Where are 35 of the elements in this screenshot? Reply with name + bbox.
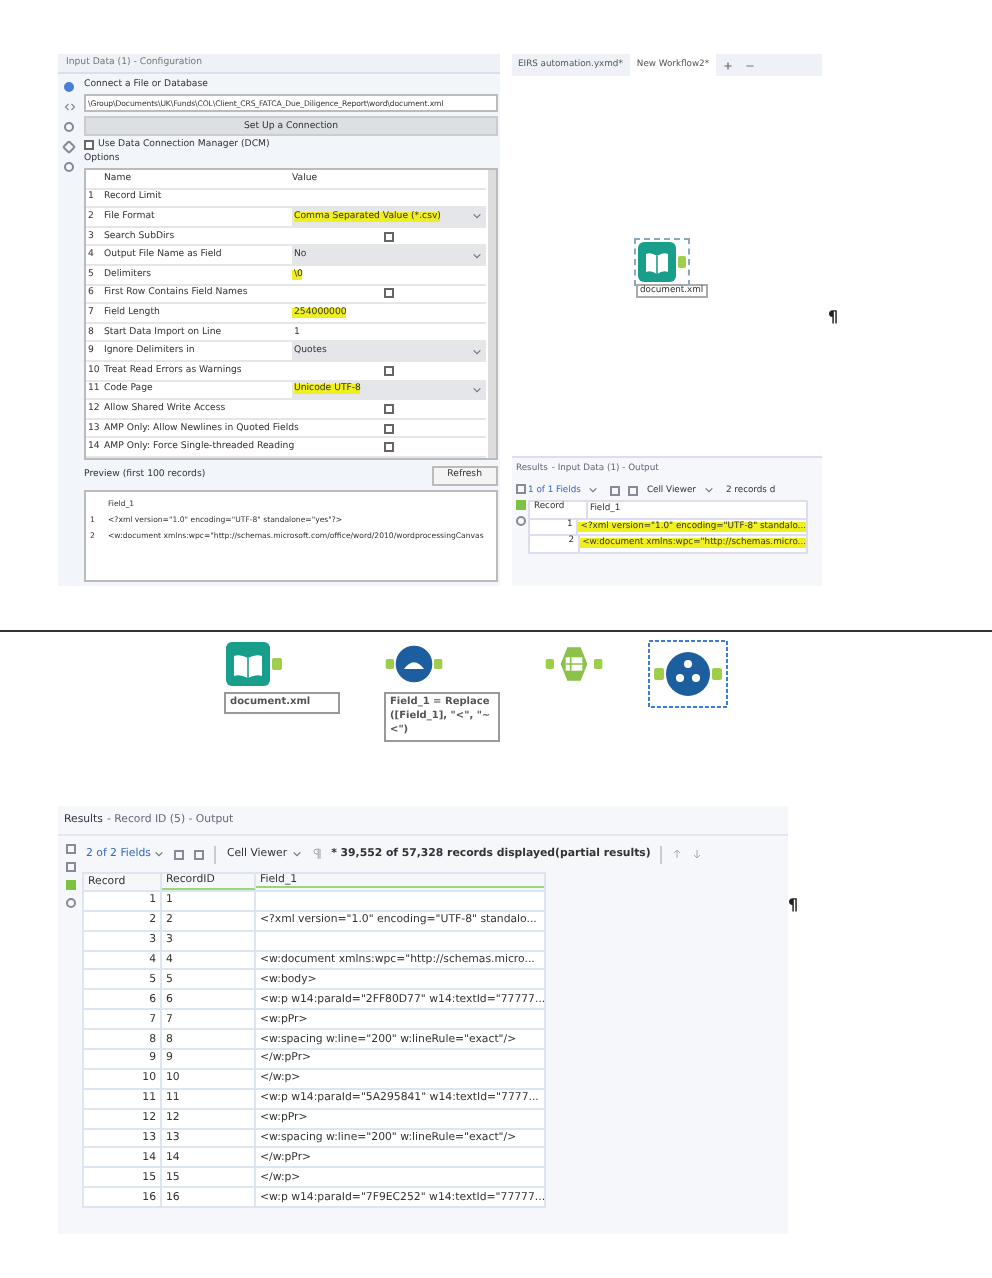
- option-checkbox[interactable]: [384, 365, 394, 376]
- record-id-node[interactable]: [648, 640, 728, 708]
- tag-icon[interactable]: [61, 139, 77, 155]
- settings-icon[interactable]: [64, 82, 74, 92]
- caret-icon[interactable]: [703, 486, 714, 494]
- input-data-node[interactable]: [224, 640, 284, 688]
- caret-icon: [472, 251, 482, 260]
- input-data-node[interactable]: [636, 240, 688, 284]
- scrollbar[interactable]: [488, 170, 496, 458]
- code-icon[interactable]: [63, 102, 75, 112]
- option-checkbox[interactable]: [384, 231, 394, 242]
- pilcrow-icon[interactable]: [311, 848, 322, 860]
- option-checkbox[interactable]: [384, 442, 394, 453]
- pilcrow-mark: ¶: [788, 896, 799, 914]
- pilcrow-mark: ¶: [828, 308, 839, 326]
- minimize-icon[interactable]: [743, 59, 756, 71]
- option-checkbox[interactable]: [384, 423, 394, 434]
- option-checkbox[interactable]: [384, 403, 394, 414]
- caret-icon[interactable]: [588, 486, 599, 494]
- caret-icon: [472, 212, 482, 221]
- data-icon[interactable]: [515, 500, 525, 510]
- help-icon[interactable]: [65, 898, 75, 908]
- formula-node[interactable]: [384, 640, 444, 688]
- caret-icon: [472, 347, 482, 356]
- caret-icon[interactable]: [291, 850, 302, 858]
- arrow-up-icon[interactable]: [672, 848, 683, 860]
- dcm-checkbox[interactable]: [84, 140, 94, 150]
- data-icon[interactable]: [65, 880, 75, 890]
- help-icon[interactable]: [515, 516, 525, 526]
- caret-icon[interactable]: [154, 850, 165, 858]
- arrow-down-icon[interactable]: [692, 848, 703, 860]
- help-icon[interactable]: [64, 162, 74, 172]
- add-icon[interactable]: [721, 59, 734, 71]
- option-checkbox[interactable]: [384, 288, 394, 299]
- caret-icon: [472, 385, 482, 394]
